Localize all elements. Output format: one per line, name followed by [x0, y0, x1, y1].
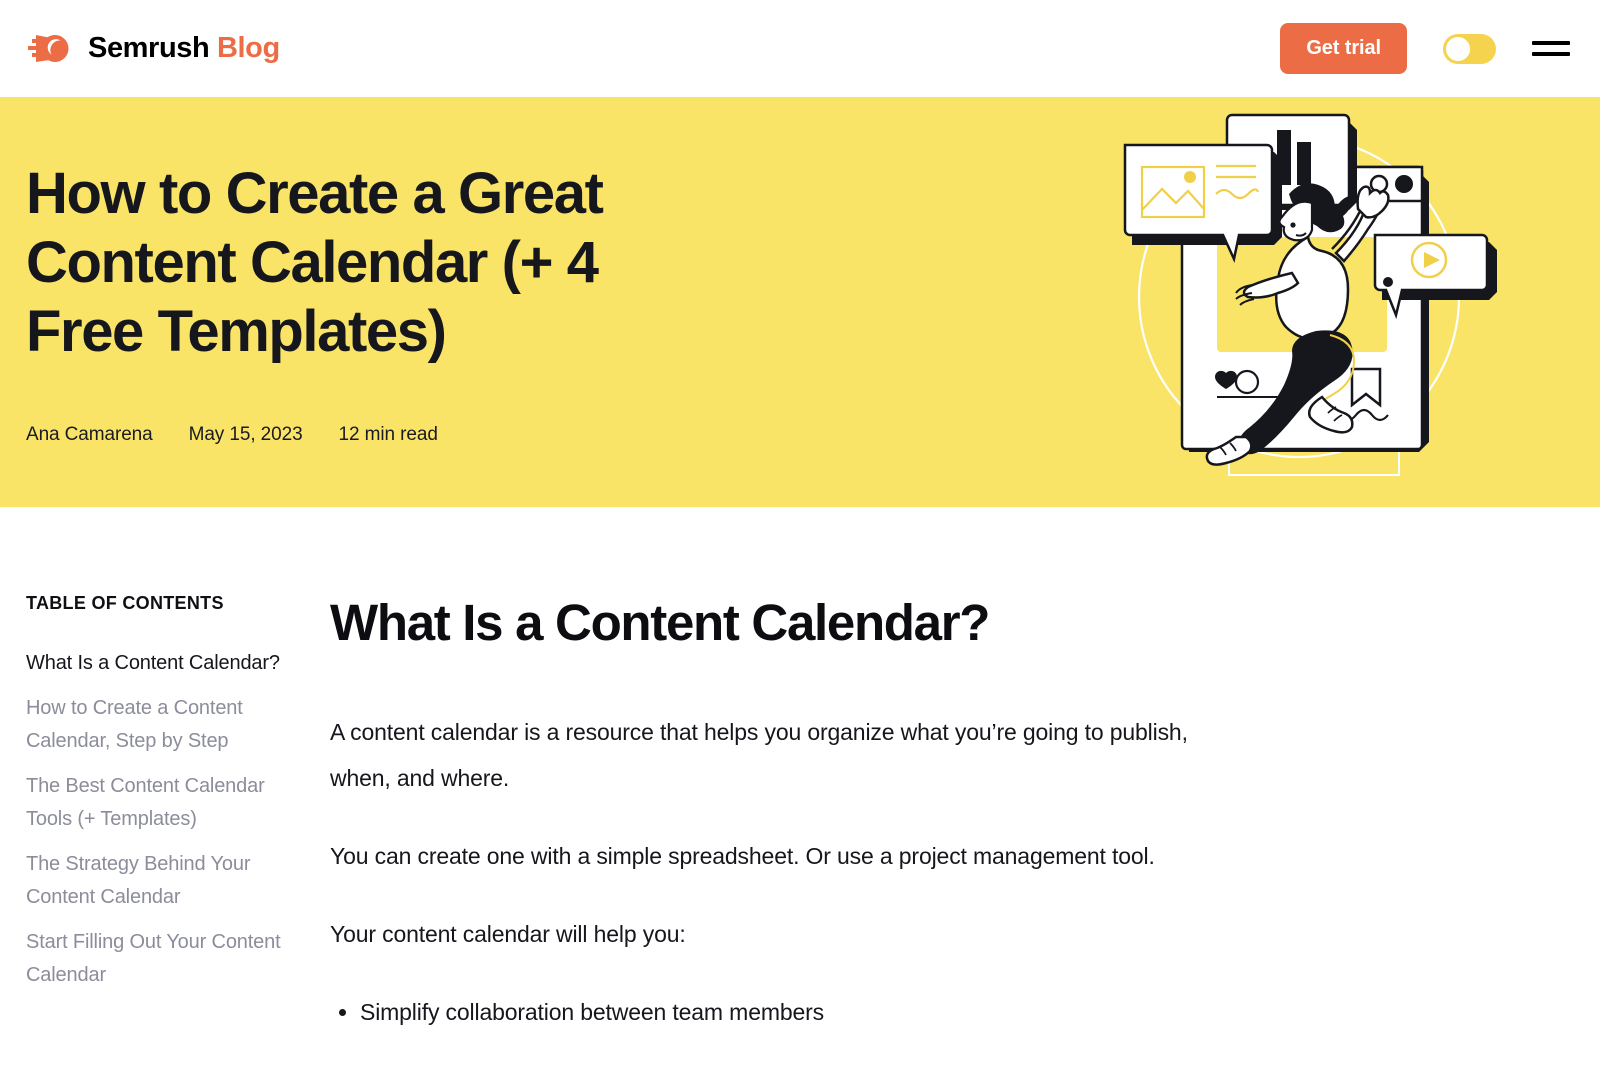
header-actions: Get trial [1280, 23, 1576, 74]
toc-item-4[interactable]: Start Filling Out Your Content Calendar [26, 926, 294, 992]
article-content: What Is a Content Calendar? A content ca… [330, 593, 1430, 1035]
menu-bar-2 [1532, 52, 1570, 56]
article-paragraph-0: A content calendar is a resource that he… [330, 719, 1188, 791]
article-byline: Ana Camarena May 15, 2023 12 min read [26, 424, 438, 446]
section-heading: What Is a Content Calendar? [330, 594, 990, 651]
read-time: 12 min read [338, 424, 438, 445]
site-header: Semrush Blog Get trial [0, 0, 1600, 97]
toc-list: What Is a Content Calendar? How to Creat… [26, 647, 294, 992]
brand-section-text: Blog [216, 32, 280, 64]
hero-illustration [1123, 113, 1497, 476]
toc-item-2[interactable]: The Best Content Calendar Tools (+ Templ… [26, 770, 294, 836]
toc-item-0[interactable]: What Is a Content Calendar? [26, 647, 294, 680]
toc-heading: TABLE OF CONTENTS [26, 593, 224, 613]
brand-name: Semrush Blog [88, 32, 280, 65]
toc-item-3[interactable]: The Strategy Behind Your Content Calenda… [26, 848, 294, 914]
page-body: TABLE OF CONTENTS What Is a Content Cale… [0, 507, 1600, 1035]
brand-logo-link[interactable]: Semrush Blog [26, 29, 280, 69]
hamburger-menu-icon[interactable] [1532, 34, 1570, 64]
author-name: Ana Camarena [26, 424, 153, 445]
publish-date: May 15, 2023 [188, 424, 303, 445]
page-title: How to Create a Great Content Calendar (… [26, 161, 604, 364]
get-trial-button[interactable]: Get trial [1280, 23, 1407, 74]
toc-item-1[interactable]: How to Create a Content Calendar, Step b… [26, 692, 294, 758]
article-bullet-list: Simplify collaboration between team memb… [360, 989, 1240, 1035]
list-item: Simplify collaboration between team memb… [360, 989, 1240, 1035]
table-of-contents: TABLE OF CONTENTS What Is a Content Cale… [0, 593, 330, 1035]
theme-toggle-knob-icon [1446, 36, 1470, 61]
brand-name-text: Semrush [88, 32, 210, 64]
menu-bar-1 [1532, 41, 1570, 45]
article-paragraph-1: You can create one with a simple spreads… [330, 843, 1155, 869]
semrush-comet-logo-icon [28, 34, 69, 62]
article-paragraph-2: Your content calendar will help you: [330, 921, 686, 947]
theme-toggle-switch[interactable] [1443, 33, 1496, 64]
hero-banner: How to Create a Great Content Calendar (… [0, 97, 1600, 507]
